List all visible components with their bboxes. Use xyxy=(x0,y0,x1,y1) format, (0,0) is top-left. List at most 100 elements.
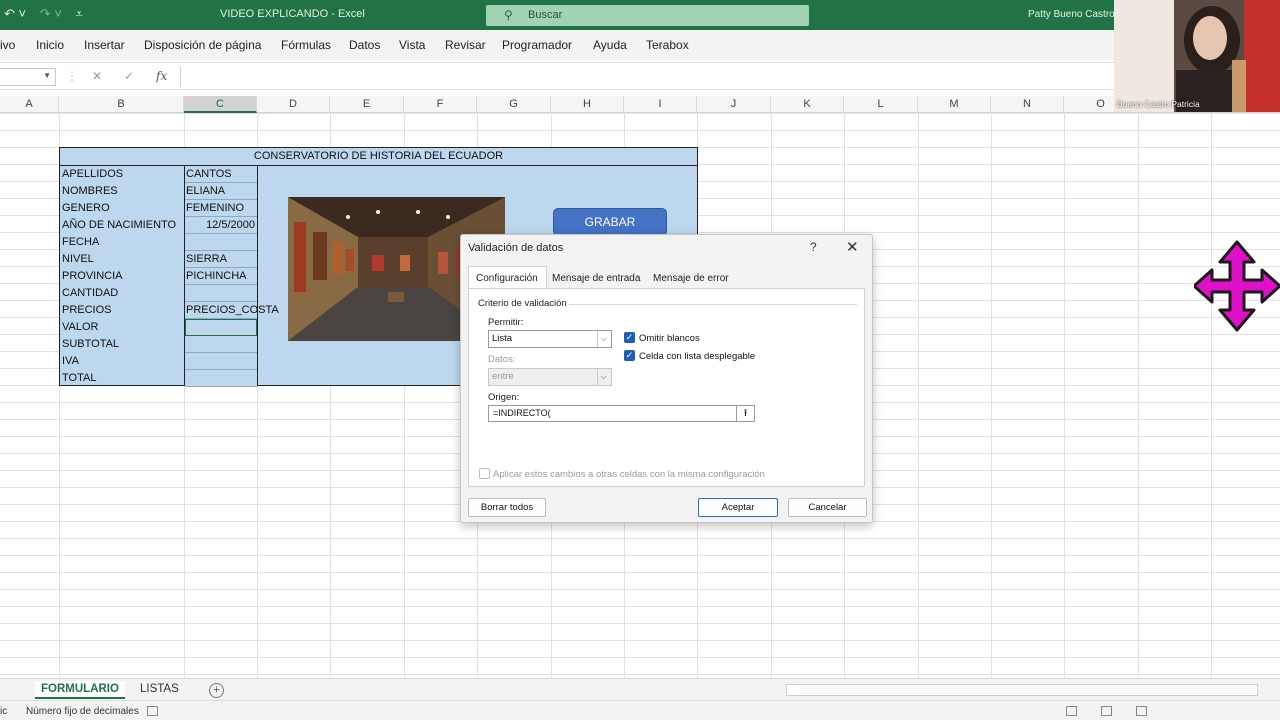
column-header[interactable]: M xyxy=(918,96,991,113)
aplicar-cambios-checkbox[interactable] xyxy=(479,468,490,479)
tab-ayuda[interactable]: Ayuda xyxy=(593,38,627,52)
page-break-icon[interactable] xyxy=(1136,706,1147,716)
user-name[interactable]: Patty Bueno Castro xyxy=(1028,9,1115,20)
cell-nivel[interactable]: SIERRA xyxy=(185,251,257,268)
label-subtotal[interactable]: SUBTOTAL xyxy=(62,338,119,350)
name-box[interactable]: ▼ xyxy=(0,68,56,86)
tab-insertar[interactable]: Insertar xyxy=(84,38,125,52)
cancelar-button[interactable]: Cancelar xyxy=(788,498,867,517)
cell-anio-nacimiento[interactable]: 12/5/2000 xyxy=(185,217,257,234)
grid-line xyxy=(991,113,992,678)
cell-iva[interactable] xyxy=(185,353,257,370)
confirm-entry-icon[interactable]: ✓ xyxy=(124,69,134,83)
column-header[interactable]: F xyxy=(404,96,477,113)
omitir-blancos-label[interactable]: Omitir blancos xyxy=(639,333,700,344)
cell-nombres[interactable]: ELIANA xyxy=(185,183,257,200)
label-precios[interactable]: PRECIOS xyxy=(62,304,112,316)
label-anio-nacimiento[interactable]: AÑO DE NACIMIENTO xyxy=(62,219,176,231)
column-header[interactable]: N xyxy=(991,96,1064,113)
customize-qat-icon[interactable]: ⩡ xyxy=(75,6,82,21)
label-cantidad[interactable]: CANTIDAD xyxy=(62,287,118,299)
aplicar-cambios-label[interactable]: Aplicar estos cambios a otras celdas con… xyxy=(493,469,765,480)
status-bar: ic Número fijo de decimales xyxy=(0,700,1280,720)
tab-archivo[interactable]: ivo xyxy=(0,38,15,52)
datos-select[interactable]: entre ⌵ xyxy=(488,368,612,386)
chevron-down-icon[interactable]: ⌵ xyxy=(597,369,609,385)
sheet-tab-listas[interactable]: LISTAS xyxy=(134,681,185,699)
scrollbar-thumb[interactable] xyxy=(799,686,1255,694)
page-layout-icon[interactable] xyxy=(1101,706,1112,716)
tab-configuracion[interactable]: Configuración xyxy=(476,273,538,284)
label-nivel[interactable]: NIVEL xyxy=(62,253,94,265)
aceptar-button[interactable]: Aceptar xyxy=(698,498,778,517)
collapse-dialog-icon[interactable]: ⭱ xyxy=(737,405,755,422)
title-bar: ↶ ˅ ↷ ˅ ⩡ VIDEO EXPLICANDO - Excel ⚲ Bus… xyxy=(0,0,1280,30)
column-header[interactable]: I xyxy=(624,96,697,113)
column-header[interactable]: J xyxy=(697,96,771,113)
label-valor[interactable]: VALOR xyxy=(62,321,98,333)
cell-total[interactable] xyxy=(185,370,257,387)
normal-view-icon[interactable] xyxy=(1066,706,1077,716)
label-apellidos[interactable]: APELLIDOS xyxy=(62,168,123,180)
horizontal-scrollbar[interactable] xyxy=(786,684,1258,696)
column-header[interactable]: G xyxy=(477,96,551,113)
label-genero[interactable]: GENERO xyxy=(62,202,110,214)
cancel-entry-icon[interactable]: ✕ xyxy=(92,69,102,83)
redo-icon[interactable]: ↷ ˅ xyxy=(40,6,62,21)
label-fecha[interactable]: FECHA xyxy=(62,236,99,248)
grabar-button[interactable]: GRABAR xyxy=(553,208,667,236)
help-icon[interactable]: ? xyxy=(810,240,817,254)
search-box[interactable]: ⚲ Buscar xyxy=(486,5,809,26)
column-header[interactable]: D xyxy=(257,96,330,113)
formula-input[interactable] xyxy=(180,67,1120,87)
dialog-title: Validación de datos xyxy=(468,242,564,254)
column-header[interactable]: H xyxy=(551,96,624,113)
participant-name: Bueno Castro Patricia xyxy=(1117,99,1200,109)
celda-lista-label[interactable]: Celda con lista desplegable xyxy=(639,351,755,362)
chevron-down-icon[interactable]: ⌵ xyxy=(597,331,609,347)
label-provincia[interactable]: PROVINCIA xyxy=(62,270,123,282)
label-nombres[interactable]: NOMBRES xyxy=(62,185,118,197)
accessibility-icon[interactable] xyxy=(147,706,158,716)
cell-subtotal[interactable] xyxy=(185,336,257,353)
celda-lista-checkbox[interactable]: ✓ xyxy=(624,350,635,361)
sheet-tab-formulario[interactable]: FORMULARIO xyxy=(35,681,125,699)
cell-fecha[interactable] xyxy=(185,234,257,251)
add-sheet-icon[interactable]: + xyxy=(209,683,224,698)
close-icon[interactable]: ✕ xyxy=(846,238,859,256)
origen-input[interactable]: =INDIRECTO( xyxy=(488,405,737,422)
tab-datos[interactable]: Datos xyxy=(349,38,380,52)
column-header[interactable]: C xyxy=(184,96,257,113)
undo-icon[interactable]: ↶ ˅ xyxy=(4,6,26,21)
cell-genero[interactable]: FEMENINO xyxy=(185,200,257,217)
borrar-todos-button[interactable]: Borrar todos xyxy=(468,498,546,517)
tab-disposicion[interactable]: Disposición de página xyxy=(144,38,261,52)
tab-formulas[interactable]: Fórmulas xyxy=(281,38,331,52)
tab-terabox[interactable]: Terabox xyxy=(646,38,689,52)
permitir-select[interactable]: Lista ⌵ xyxy=(488,330,612,348)
chevron-down-icon[interactable]: ▼ xyxy=(43,71,51,80)
column-header[interactable]: E xyxy=(330,96,404,113)
tab-vista[interactable]: Vista xyxy=(399,38,425,52)
tab-programador[interactable]: Programador xyxy=(502,38,572,52)
form-title[interactable]: CONSERVATORIO DE HISTORIA DEL ECUADOR xyxy=(60,148,697,166)
cell-valor[interactable] xyxy=(185,319,257,336)
column-header[interactable]: K xyxy=(771,96,844,113)
cell-apellidos[interactable]: CANTOS xyxy=(185,166,257,183)
label-total[interactable]: TOTAL xyxy=(62,372,96,384)
column-header[interactable]: A xyxy=(0,96,59,113)
section-title: Criterio de validación xyxy=(478,298,567,309)
tab-inicio[interactable]: Inicio xyxy=(36,38,64,52)
tab-revisar[interactable]: Revisar xyxy=(445,38,486,52)
column-header[interactable]: L xyxy=(844,96,918,113)
column-header[interactable]: B xyxy=(59,96,184,113)
cell-provincia[interactable]: PICHINCHA xyxy=(185,268,257,285)
tab-mensaje-entrada[interactable]: Mensaje de entrada xyxy=(552,273,640,284)
omitir-blancos-checkbox[interactable]: ✓ xyxy=(624,332,635,343)
insert-function-icon[interactable]: fx xyxy=(156,69,167,83)
cell-precios[interactable]: PRECIOS_COSTA xyxy=(185,302,279,319)
tab-mensaje-error[interactable]: Mensaje de error xyxy=(653,273,729,284)
label-iva[interactable]: IVA xyxy=(62,355,79,367)
cell-cantidad[interactable] xyxy=(185,285,257,302)
search-icon: ⚲ xyxy=(504,8,513,22)
